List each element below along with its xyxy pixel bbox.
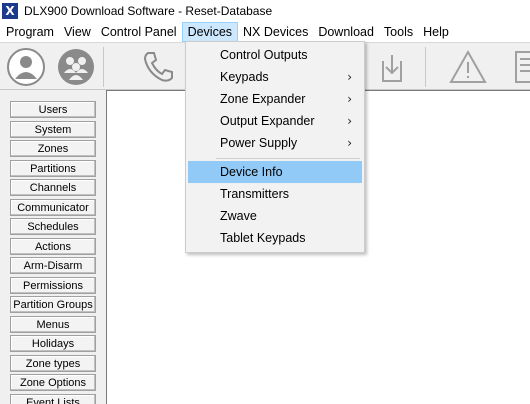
menu-program[interactable]: Program: [1, 22, 59, 42]
submenu-arrow-icon: ›: [347, 92, 352, 106]
nav-event-lists-button[interactable]: Event Lists: [10, 394, 96, 404]
menu-item-label: Output Expander: [220, 114, 315, 128]
window-title: DLX900 Download Software - Reset-Databas…: [24, 4, 273, 18]
menu-view[interactable]: View: [59, 22, 96, 42]
submenu-arrow-icon: ›: [347, 136, 352, 150]
nav-communicator-button[interactable]: Communicator: [10, 199, 96, 216]
menu-item-tablet-keypads[interactable]: Tablet Keypads: [188, 227, 362, 249]
menu-item-control-outputs[interactable]: Control Outputs: [188, 44, 362, 66]
nav-partition-groups-button[interactable]: Partition Groups: [10, 296, 96, 313]
menu-control-panel[interactable]: Control Panel: [96, 22, 182, 42]
nav-holidays-button[interactable]: Holidays: [10, 335, 96, 352]
menu-item-zone-expander[interactable]: Zone Expander ›: [188, 88, 362, 110]
title-bar: X DLX900 Download Software - Reset-Datab…: [0, 0, 530, 22]
devices-dropdown-menu: Control Outputs Keypads › Zone Expander …: [185, 41, 365, 253]
menu-item-keypads[interactable]: Keypads ›: [188, 66, 362, 88]
download-icon[interactable]: [370, 45, 414, 89]
menu-tools[interactable]: Tools: [379, 22, 418, 42]
nav-users-button[interactable]: Users: [10, 101, 96, 118]
menu-devices[interactable]: Devices: [181, 22, 239, 42]
nav-zone-types-button[interactable]: Zone types: [10, 355, 96, 372]
menu-help[interactable]: Help: [418, 22, 454, 42]
menu-item-label: Tablet Keypads: [220, 231, 306, 245]
menu-bar: Program View Control Panel Devices NX De…: [0, 22, 530, 42]
menu-item-label: Control Outputs: [220, 48, 308, 62]
menu-item-output-expander[interactable]: Output Expander ›: [188, 110, 362, 132]
submenu-arrow-icon: ›: [347, 70, 352, 84]
menu-nx-devices[interactable]: NX Devices: [238, 22, 313, 42]
menu-item-zwave[interactable]: Zwave: [188, 205, 362, 227]
menu-item-label: Keypads: [220, 70, 269, 84]
nav-partitions-button[interactable]: Partitions: [10, 160, 96, 177]
phone-icon[interactable]: [136, 45, 180, 89]
menu-item-label: Zone Expander: [220, 92, 306, 106]
nav-actions-button[interactable]: Actions: [10, 238, 96, 255]
app-logo-icon: X: [2, 3, 18, 19]
menu-separator: [216, 158, 360, 159]
users-group-icon[interactable]: [54, 45, 98, 89]
menu-download[interactable]: Download: [313, 22, 379, 42]
left-nav: Users System Zones Partitions Channels C…: [0, 90, 106, 404]
nav-channels-button[interactable]: Channels: [10, 179, 96, 196]
submenu-arrow-icon: ›: [347, 114, 352, 128]
menu-item-label: Device Info: [220, 165, 283, 179]
menu-item-transmitters[interactable]: Transmitters: [188, 183, 362, 205]
document-icon[interactable]: [500, 45, 530, 89]
menu-item-label: Power Supply: [220, 136, 298, 150]
nav-system-button[interactable]: System: [10, 121, 96, 138]
nav-zones-button[interactable]: Zones: [10, 140, 96, 157]
menu-item-label: Transmitters: [220, 187, 289, 201]
menu-item-label: Zwave: [220, 209, 257, 223]
menu-item-device-info[interactable]: Device Info: [188, 161, 362, 183]
nav-schedules-button[interactable]: Schedules: [10, 218, 96, 235]
nav-arm-disarm-button[interactable]: Arm-Disarm: [10, 257, 96, 274]
nav-zone-options-button[interactable]: Zone Options: [10, 374, 96, 391]
user-icon[interactable]: [4, 45, 48, 89]
nav-permissions-button[interactable]: Permissions: [10, 277, 96, 294]
nav-menus-button[interactable]: Menus: [10, 316, 96, 333]
warning-icon[interactable]: [446, 45, 490, 89]
menu-item-power-supply[interactable]: Power Supply ›: [188, 132, 362, 154]
